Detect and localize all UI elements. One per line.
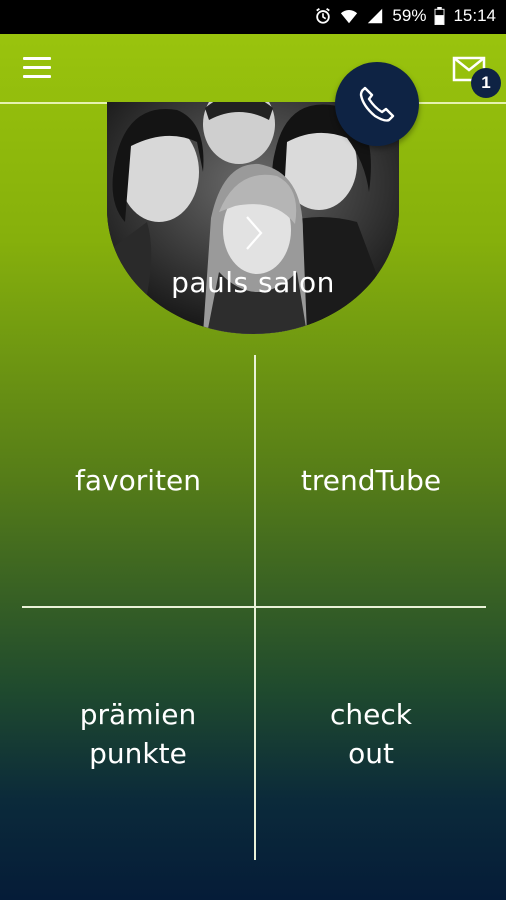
call-button[interactable] bbox=[335, 62, 419, 146]
tile-label-line1: check bbox=[330, 698, 412, 731]
tile-favoriten[interactable]: favoriten bbox=[22, 355, 254, 606]
tile-praemien-punkte[interactable]: prämien punkte bbox=[22, 608, 254, 860]
tile-trendtube[interactable]: trendTube bbox=[256, 355, 486, 606]
tile-label-line1: prämien bbox=[79, 698, 197, 731]
signal-icon bbox=[368, 8, 383, 24]
alarm-icon bbox=[316, 8, 331, 24]
app-bar bbox=[0, 34, 506, 104]
phone-icon bbox=[359, 86, 395, 122]
tile-label: trendTube bbox=[300, 464, 442, 497]
unread-badge: 1 bbox=[471, 68, 501, 98]
status-bar: 59% 15:14 bbox=[0, 0, 506, 34]
hamburger-menu-icon[interactable] bbox=[23, 57, 53, 79]
battery-icon bbox=[435, 7, 445, 25]
tile-label: favoriten bbox=[75, 464, 201, 497]
clock: 15:14 bbox=[453, 6, 496, 25]
wifi-icon bbox=[341, 10, 358, 24]
salon-name: pauls salon bbox=[171, 266, 335, 299]
tile-label-line2: out bbox=[348, 737, 394, 770]
tile-label-line2: punkte bbox=[89, 737, 187, 770]
battery-percent: 59% bbox=[392, 6, 427, 25]
tile-check-out[interactable]: check out bbox=[256, 608, 486, 860]
chevron-right-icon[interactable] bbox=[244, 215, 264, 251]
